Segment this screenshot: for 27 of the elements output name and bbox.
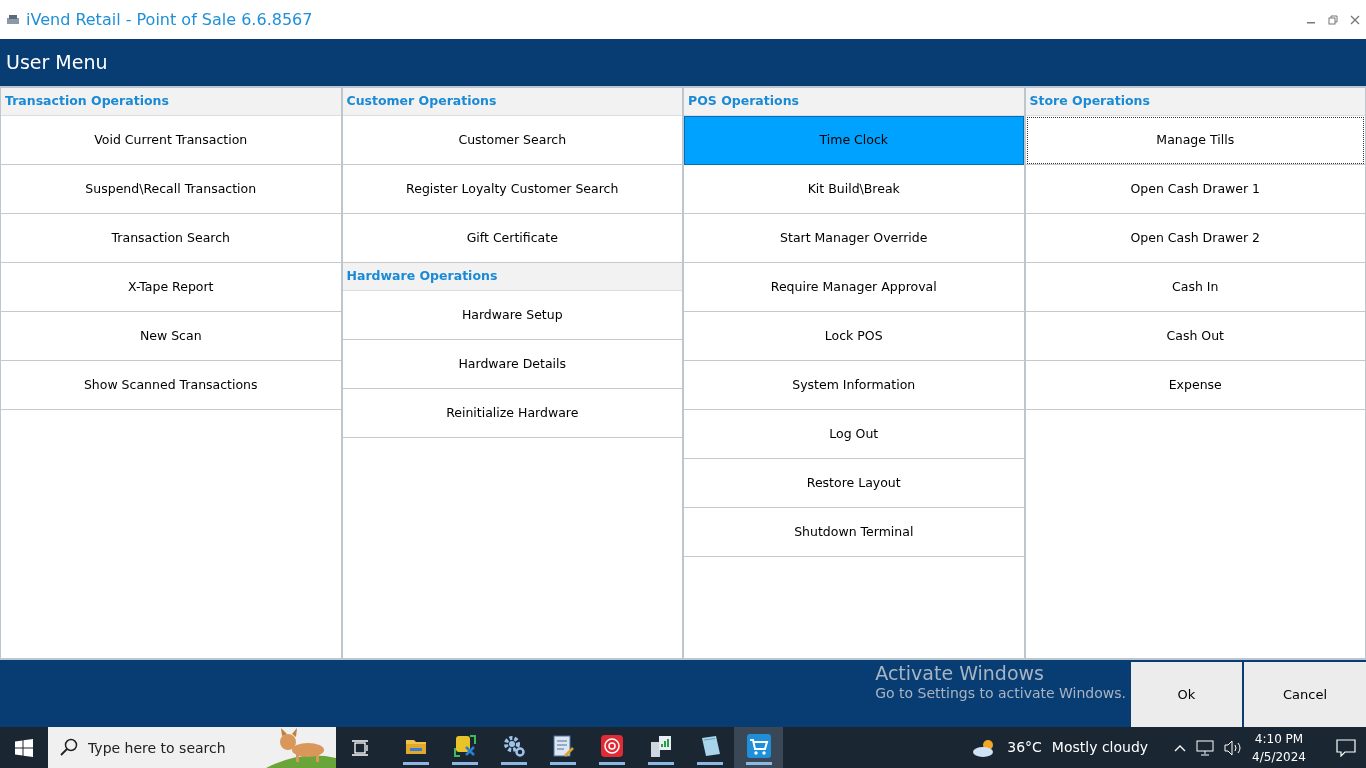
menu-item[interactable]: Time Clock <box>684 116 1024 165</box>
dog-drawing <box>266 728 336 768</box>
activation-title: Activate Windows <box>875 662 1045 685</box>
activation-message: Go to Settings to activate Windows. <box>875 684 1126 702</box>
section-heading: Transaction Operations <box>1 88 341 116</box>
section-heading: Hardware Operations <box>342 263 682 291</box>
notification-icon[interactable] <box>1336 738 1356 757</box>
weather-temperature: 36°C <box>1007 738 1042 757</box>
clock-date[interactable]: 4/5/2024 <box>1252 747 1306 766</box>
section-heading: POS Operations <box>684 88 1024 116</box>
menu-title: User Menu <box>0 39 1366 86</box>
section-heading: Store Operations <box>1025 88 1365 116</box>
menu-item[interactable]: Manage Tills <box>1025 116 1365 165</box>
cart-icon[interactable] <box>745 731 772 765</box>
task-view-icon[interactable] <box>351 739 370 756</box>
weather-condition: Mostly cloudy <box>1051 738 1149 757</box>
footer-button[interactable]: Cancel <box>1244 662 1366 727</box>
window-title: iVend Retail - Point of Sale 6.6.8567 <box>26 8 313 31</box>
windows-logo-icon[interactable] <box>15 738 33 757</box>
clock-time[interactable]: 4:10 PM <box>1252 729 1306 748</box>
app-icon <box>6 13 20 26</box>
footer-button[interactable]: Ok <box>1131 662 1242 727</box>
restore-icon[interactable] <box>1328 14 1338 25</box>
chevron-up-icon[interactable] <box>1174 743 1187 752</box>
volume-icon[interactable] <box>1224 739 1243 756</box>
close-icon[interactable] <box>1350 14 1360 25</box>
section-heading: Customer Operations <box>342 88 682 116</box>
